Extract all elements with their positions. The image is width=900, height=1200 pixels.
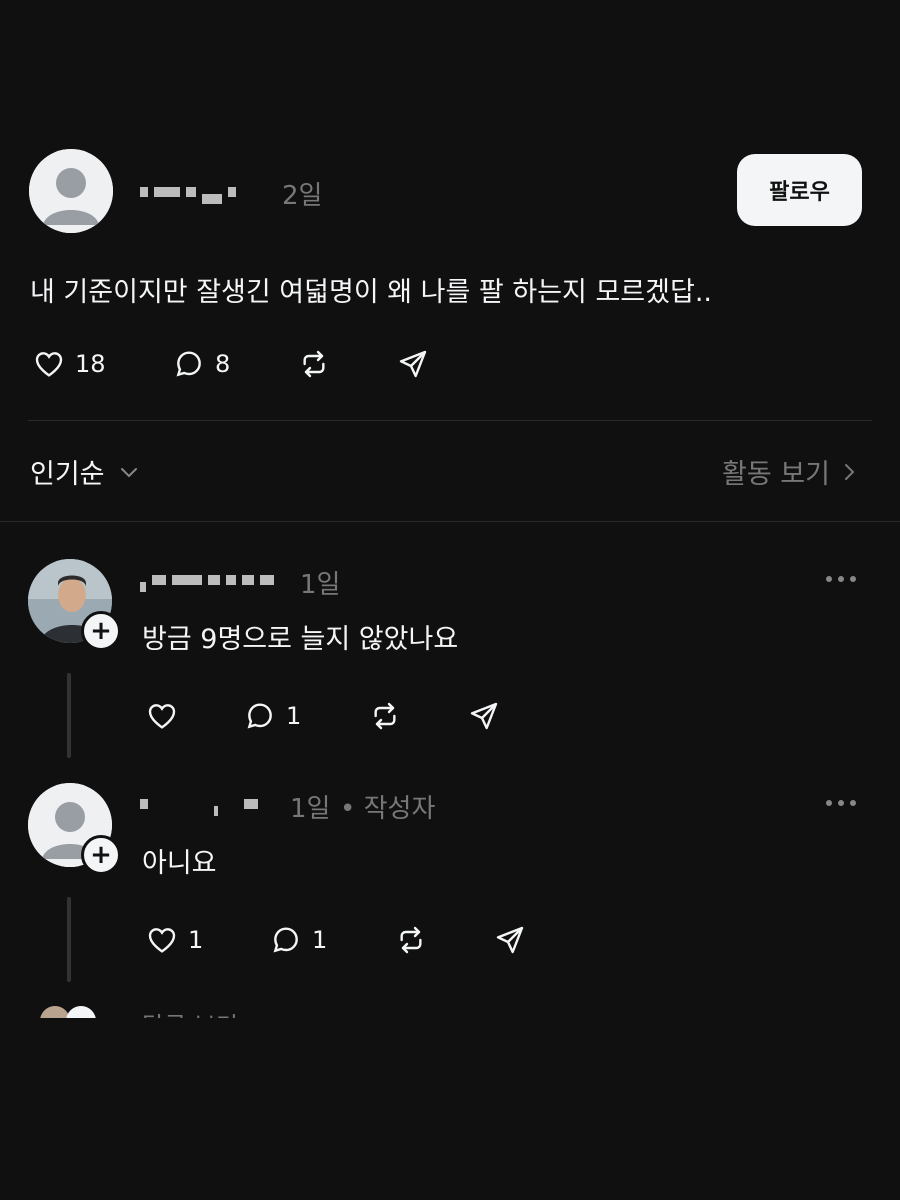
reply-comment-button[interactable]: 1	[270, 924, 327, 956]
section-divider	[0, 521, 900, 522]
share-button[interactable]	[397, 348, 429, 380]
comment-count: 8	[215, 350, 231, 378]
more-options-button[interactable]	[826, 576, 856, 582]
reply-time: 1일	[300, 570, 341, 600]
reply-author-name[interactable]	[140, 790, 264, 818]
dot-icon	[826, 800, 832, 806]
repost-icon	[400, 926, 422, 954]
send-icon	[399, 350, 427, 378]
like-count: 18	[75, 350, 106, 378]
like-button[interactable]: 18	[33, 348, 106, 380]
follow-button[interactable]: 팔로우	[737, 154, 862, 226]
author-tag: • 작성자	[340, 794, 436, 824]
dot-icon	[850, 800, 856, 806]
more-replies-label: 답글 보기	[142, 1006, 238, 1018]
reply-like-button[interactable]	[146, 700, 188, 732]
heart-icon	[35, 352, 63, 377]
repost-icon	[374, 702, 396, 730]
reply-like-button[interactable]: 1	[146, 924, 203, 956]
repost-icon	[303, 350, 325, 378]
reply-comment-count: 1	[286, 702, 302, 730]
heart-icon	[148, 704, 176, 729]
reply-repost-button[interactable]	[395, 924, 427, 956]
comment-button[interactable]: 8	[173, 348, 230, 380]
follow-plus-button[interactable]: +	[81, 835, 121, 875]
dot-icon	[838, 576, 844, 582]
post-time: 2일	[282, 181, 323, 211]
small-plus-badge	[66, 1006, 96, 1018]
comment-icon	[176, 351, 201, 377]
post-text: 내 기준이지만 잘생긴 여덟명이 왜 나를 팔 하는지 모르겠답..	[30, 277, 712, 308]
reply-comment-count: 1	[312, 926, 328, 954]
post-author-name[interactable]	[140, 177, 242, 207]
chevron-right-icon	[845, 463, 855, 480]
heart-icon	[148, 928, 176, 953]
sort-label: 인기순	[30, 459, 105, 490]
comment-icon	[273, 927, 298, 953]
reply-time: 1일	[290, 794, 331, 824]
reply-author-name[interactable]	[140, 566, 280, 594]
reply-text: 방금 9명으로 늘지 않았나요	[142, 624, 459, 655]
thread-line	[67, 673, 71, 758]
send-icon	[496, 926, 524, 954]
more-options-button[interactable]	[826, 800, 856, 806]
dot-icon	[850, 576, 856, 582]
reply-repost-button[interactable]	[369, 700, 401, 732]
activity-link[interactable]: 활동 보기	[722, 452, 860, 491]
reply-comment-button[interactable]: 1	[244, 700, 301, 732]
send-icon	[470, 702, 498, 730]
reply-like-count: 1	[188, 926, 204, 954]
reply-share-button[interactable]	[494, 924, 526, 956]
reply-text: 아니요	[142, 848, 217, 879]
follow-plus-button[interactable]: +	[81, 611, 121, 651]
more-replies-row[interactable]: 답글 보기	[0, 1004, 900, 1018]
dot-icon	[826, 576, 832, 582]
default-avatar-icon	[29, 149, 113, 233]
chevron-down-icon	[120, 467, 137, 477]
comment-icon	[247, 703, 272, 729]
repost-button[interactable]	[298, 348, 330, 380]
post-author-avatar[interactable]	[29, 149, 113, 233]
activity-label: 활동 보기	[722, 459, 830, 490]
sort-dropdown[interactable]: 인기순	[30, 452, 141, 491]
dot-icon	[838, 800, 844, 806]
reply-share-button[interactable]	[468, 700, 500, 732]
divider	[28, 420, 872, 421]
thread-line	[67, 897, 71, 982]
